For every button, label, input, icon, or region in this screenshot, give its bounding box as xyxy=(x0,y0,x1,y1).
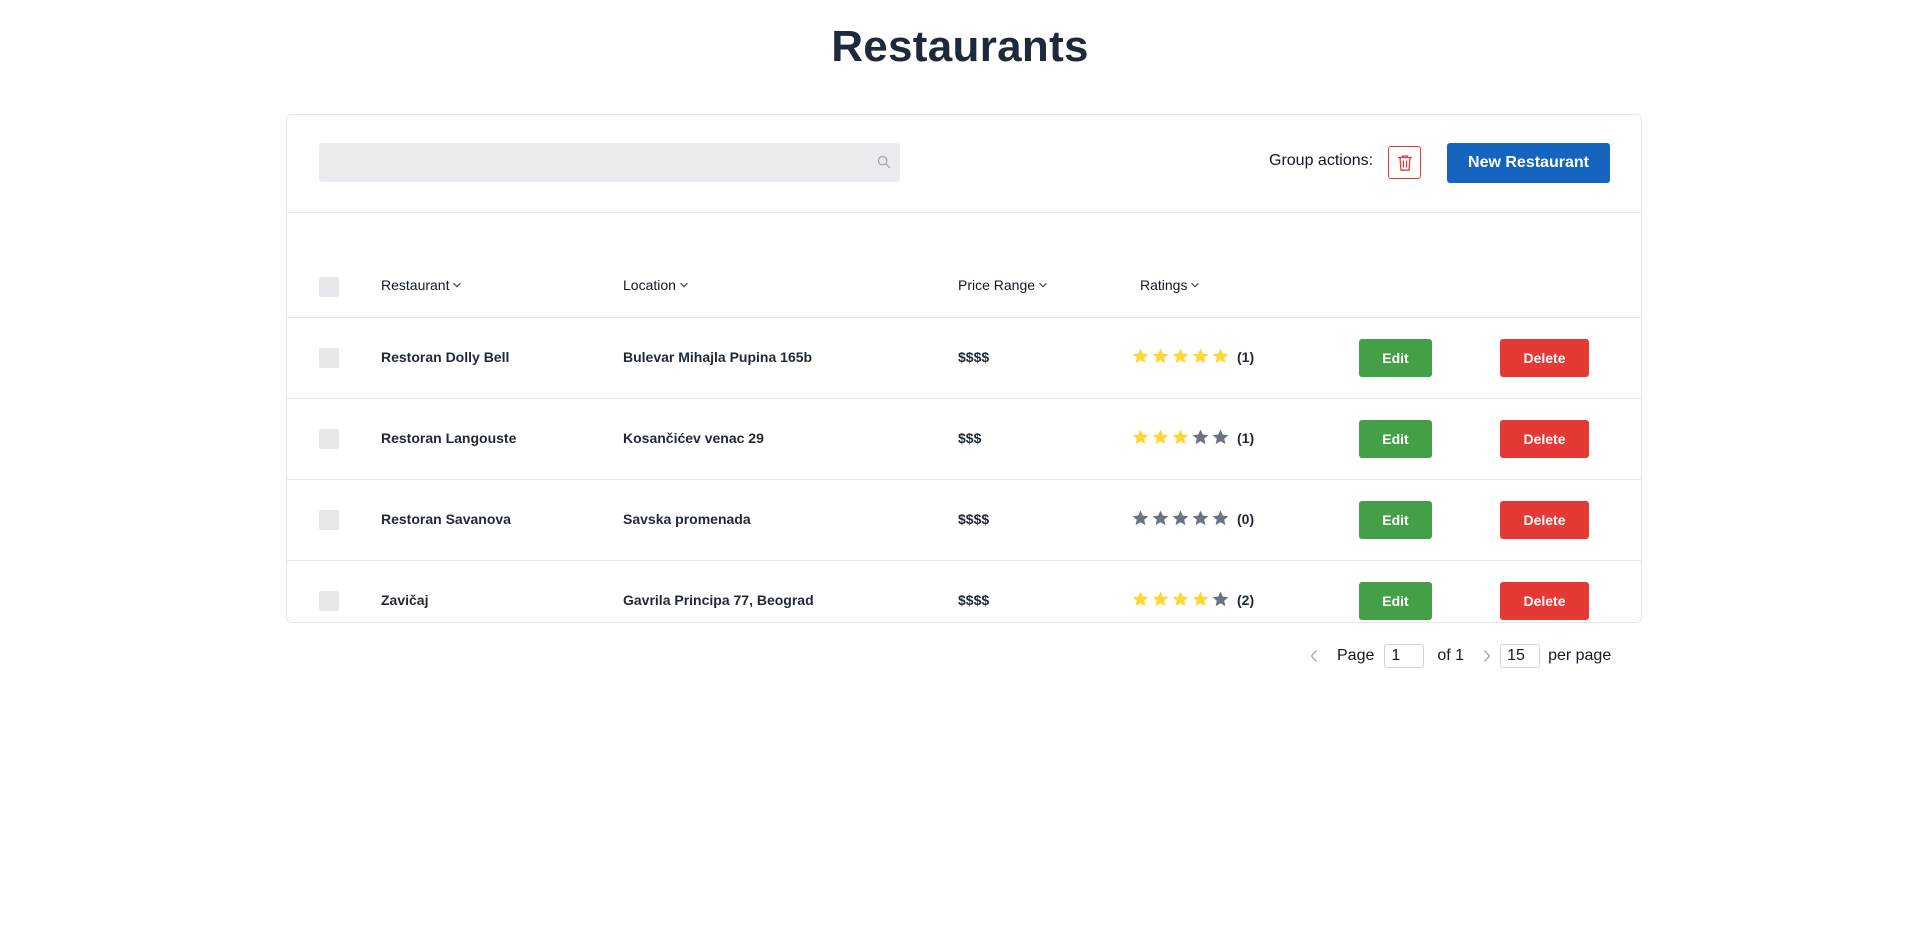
per-page-label: per page xyxy=(1548,647,1612,664)
restaurant-location: Kosančićev venac 29 xyxy=(623,430,764,446)
column-header-price-range[interactable]: Price Range xyxy=(958,277,1048,293)
table-row: Restoran Langouste Kosančićev venac 29 $… xyxy=(287,399,1641,480)
toolbar: Group actions: New Restaurant xyxy=(287,115,1641,213)
star-icon xyxy=(1172,429,1189,445)
rating-count: (1) xyxy=(1237,429,1255,446)
search-icon[interactable] xyxy=(877,155,891,169)
column-label: Location xyxy=(623,277,676,293)
chevron-left-icon[interactable] xyxy=(1307,649,1321,663)
column-label: Price Range xyxy=(958,277,1036,293)
page-title: Restaurants xyxy=(831,22,1089,71)
group-actions-label: Group actions: xyxy=(1269,152,1374,169)
rating-stars: (1) xyxy=(1131,347,1254,366)
search-input[interactable] xyxy=(319,143,859,182)
pagination: Page of 1 per page xyxy=(1307,642,1611,670)
edit-button[interactable]: Edit xyxy=(1359,420,1432,458)
restaurant-price-range: $$$$ xyxy=(958,349,990,365)
star-icon xyxy=(1212,429,1229,445)
restaurant-name: Zavičaj xyxy=(381,592,429,608)
new-restaurant-button[interactable]: New Restaurant xyxy=(1447,143,1610,183)
page-number-input[interactable] xyxy=(1384,644,1425,668)
star-icon xyxy=(1132,591,1149,607)
rating-count: (1) xyxy=(1237,348,1255,365)
star-icon xyxy=(1192,429,1209,445)
restaurant-price-range: $$$ xyxy=(958,430,982,446)
chevron-down-icon xyxy=(1039,282,1047,288)
edit-button[interactable]: Edit xyxy=(1359,582,1432,620)
rating-stars: (0) xyxy=(1131,509,1254,528)
restaurant-location: Savska promenada xyxy=(623,511,751,527)
delete-button[interactable]: Delete xyxy=(1500,501,1589,539)
rating-count: (2) xyxy=(1237,591,1255,608)
edit-button[interactable]: Edit xyxy=(1359,501,1432,539)
chevron-right-icon[interactable] xyxy=(1480,649,1494,663)
star-icon xyxy=(1132,429,1149,445)
star-icon xyxy=(1212,510,1229,526)
page-label: Page xyxy=(1337,647,1375,664)
star-icon xyxy=(1192,510,1209,526)
table-row: Restoran Dolly Bell Bulevar Mihajla Pupi… xyxy=(287,318,1641,399)
column-label: Ratings xyxy=(1140,277,1188,293)
row-checkbox[interactable] xyxy=(319,591,339,611)
rating-count: (0) xyxy=(1237,510,1255,527)
column-header-restaurant[interactable]: Restaurant xyxy=(381,277,462,293)
page-total-label: of 1 xyxy=(1437,647,1465,664)
star-icon xyxy=(1212,348,1229,364)
star-icon xyxy=(1152,348,1169,364)
column-label: Restaurant xyxy=(381,277,450,293)
star-icon xyxy=(1132,348,1149,364)
star-icon xyxy=(1152,591,1169,607)
edit-button[interactable]: Edit xyxy=(1359,339,1432,377)
star-icon xyxy=(1152,429,1169,445)
star-icon xyxy=(1172,591,1189,607)
chevron-down-icon xyxy=(680,282,688,288)
row-checkbox[interactable] xyxy=(319,510,339,530)
restaurant-name: Restoran Langouste xyxy=(381,430,517,446)
restaurant-name: Restoran Dolly Bell xyxy=(381,349,510,365)
star-icon xyxy=(1152,510,1169,526)
column-header-ratings[interactable]: Ratings xyxy=(1140,277,1200,293)
star-icon xyxy=(1192,348,1209,364)
restaurants-card: Group actions: New Restaurant Restaurant… xyxy=(286,114,1642,623)
star-icon xyxy=(1172,510,1189,526)
star-icon xyxy=(1132,510,1149,526)
column-header-location[interactable]: Location xyxy=(623,277,689,293)
restaurant-price-range: $$$$ xyxy=(958,592,990,608)
restaurant-location: Gavrila Principa 77, Beograd xyxy=(623,592,814,608)
table-row: Restoran Savanova Savska promenada $$$$ … xyxy=(287,480,1641,561)
trash-icon xyxy=(1397,154,1412,171)
row-checkbox[interactable] xyxy=(319,429,339,449)
chevron-down-icon xyxy=(453,282,462,288)
restaurant-price-range: $$$$ xyxy=(958,511,990,527)
select-all-checkbox[interactable] xyxy=(319,277,339,297)
delete-button[interactable]: Delete xyxy=(1500,339,1589,377)
per-page-input[interactable] xyxy=(1500,644,1541,668)
restaurant-location: Bulevar Mihajla Pupina 165b xyxy=(623,349,813,365)
chevron-down-icon xyxy=(1191,282,1200,288)
group-delete-button[interactable] xyxy=(1388,146,1421,179)
search-box[interactable] xyxy=(319,143,900,182)
table-row: Zavičaj Gavrila Principa 77, Beograd $$$… xyxy=(287,561,1641,622)
star-icon xyxy=(1172,348,1189,364)
delete-button[interactable]: Delete xyxy=(1500,420,1589,458)
rating-stars: (1) xyxy=(1131,428,1254,447)
delete-button[interactable]: Delete xyxy=(1500,582,1589,620)
table-header: Restaurant Location Price Range Ratings xyxy=(287,213,1641,318)
star-icon xyxy=(1192,591,1209,607)
star-icon xyxy=(1212,591,1229,607)
row-checkbox[interactable] xyxy=(319,348,339,368)
rating-stars: (2) xyxy=(1131,590,1254,609)
restaurant-name: Restoran Savanova xyxy=(381,511,511,527)
